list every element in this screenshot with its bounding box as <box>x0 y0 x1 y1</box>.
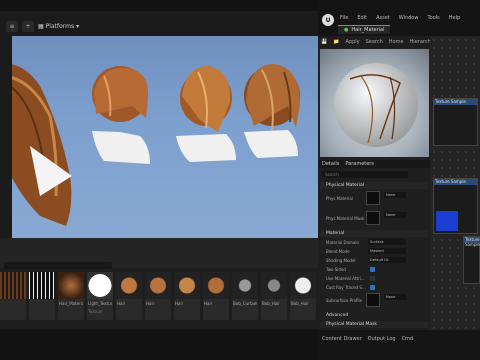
tab-hair-material[interactable]: ● Hair_Material <box>338 25 391 34</box>
phys-material-dropdown[interactable]: None <box>384 192 406 198</box>
asset-thumbnail <box>290 272 316 299</box>
content-drawer-button[interactable]: Content Drawer <box>322 336 362 342</box>
app-root: ≡ + ▦ Platforms ▾ Hair_Material Light_Te… <box>0 0 480 360</box>
two-sided-label: Two Sided <box>326 267 346 272</box>
asset-thumbnail <box>174 272 200 299</box>
section-physical-material[interactable]: Physical Material <box>320 182 428 189</box>
shading-model-label: Shading Model <box>326 258 356 263</box>
asset-tile[interactable]: Hair <box>203 272 229 320</box>
asset-thumbnail <box>0 272 26 299</box>
use-material-attributes-label: Use Material Attri... <box>326 276 365 281</box>
asset-tile[interactable]: Hair <box>145 272 171 320</box>
content-search-input[interactable] <box>4 262 112 269</box>
asset-tile[interactable] <box>29 272 55 320</box>
subsurface-profile-dropdown[interactable]: None <box>384 294 406 300</box>
asset-thumbnail <box>87 272 113 299</box>
menu-item-window[interactable]: Window <box>399 15 419 21</box>
tab-parameters[interactable]: Parameters <box>345 161 374 167</box>
asset-thumbnail <box>58 272 84 299</box>
phys-material-mask-slot[interactable] <box>366 211 380 225</box>
material-domain-label: Material Domain <box>326 240 360 245</box>
save-button[interactable]: 💾 <box>321 39 327 45</box>
viewport-header: ≡ + ▦ Platforms ▾ <box>0 0 318 36</box>
asset-tile[interactable]: Light_Texture Texture <box>87 272 113 320</box>
home-button[interactable]: Home <box>389 39 404 45</box>
two-sided-checkbox[interactable] <box>370 267 375 272</box>
viewport-status-bar <box>0 330 318 360</box>
content-browser: Hair_Material Light_Texture Texture Hair … <box>0 238 318 329</box>
cast-ray-traced-checkbox[interactable] <box>370 285 375 290</box>
details-tab-bar: Details Parameters <box>318 160 430 168</box>
details-search-input[interactable]: Search <box>322 171 408 178</box>
section-physical-material-mask[interactable]: Physical Material Mask <box>320 321 428 328</box>
asset-tile[interactable]: Hair_Material <box>58 272 84 320</box>
search-button[interactable]: Search <box>366 39 383 45</box>
chevron-down-icon: ▾ <box>76 22 80 30</box>
texture-sample-node[interactable]: Texture Sample <box>433 178 478 234</box>
level-viewport[interactable] <box>0 36 318 238</box>
viewport-tab-bar <box>0 0 318 11</box>
asset-tile[interactable]: Bob_Hair <box>290 272 316 320</box>
cmd-input[interactable]: Cmd <box>402 336 414 342</box>
editor-title-bar: U File Edit Asset Window Tools Help ● Ha… <box>318 0 480 36</box>
section-material[interactable]: Material <box>320 230 428 237</box>
material-preview-viewport[interactable] <box>320 49 429 157</box>
shading-model-dropdown[interactable]: Default Lit <box>368 257 406 263</box>
viewport-left-gutter <box>0 36 12 238</box>
main-menu: File Edit Asset Window Tools Help <box>340 15 460 21</box>
asset-tile[interactable] <box>0 272 26 320</box>
subsurface-profile-label: Subsurface Profile <box>326 298 363 303</box>
apply-button[interactable]: Apply <box>345 39 359 45</box>
asset-thumbnail <box>203 272 229 299</box>
phys-material-label: Phys Material <box>326 196 353 201</box>
texture-preview-icon <box>436 211 458 231</box>
preview-hair-strands <box>349 74 401 144</box>
asset-tile[interactable]: Hair <box>116 272 142 320</box>
use-material-attributes-checkbox[interactable] <box>370 276 375 281</box>
unreal-logo-icon: U <box>322 14 334 26</box>
texture-sample-node[interactable]: Texture Sample <box>463 236 480 284</box>
add-icon[interactable]: + <box>22 20 34 32</box>
material-domain-dropdown[interactable]: Surface <box>368 239 406 245</box>
texture-sample-node[interactable]: Texture Sample <box>433 98 478 146</box>
asset-tile[interactable]: Bob_Hair <box>261 272 287 320</box>
phys-material-slot[interactable] <box>366 191 380 205</box>
material-node-graph[interactable]: Texture Sample Texture Sample Texture Sa… <box>430 36 480 330</box>
blend-mode-label: Blend Mode <box>326 249 350 254</box>
blend-mode-dropdown[interactable]: Masked <box>368 248 406 254</box>
section-advanced[interactable]: Advanced <box>320 312 428 319</box>
asset-tile-list: Hair_Material Light_Texture Texture Hair … <box>0 272 318 322</box>
browse-button[interactable]: 📁 <box>333 39 339 45</box>
phys-material-mask-dropdown[interactable]: None <box>384 212 406 218</box>
asset-tile[interactable]: Hair <box>174 272 200 320</box>
tab-details[interactable]: Details <box>322 161 339 167</box>
asset-thumbnail <box>232 272 258 299</box>
editor-status-bar: Content Drawer Output Log Cmd <box>318 330 480 360</box>
viewport-toolbar: ≡ + ▦ Platforms ▾ <box>0 18 318 34</box>
material-icon: ● <box>344 27 349 33</box>
menu-item-help[interactable]: Help <box>449 15 460 21</box>
output-log-button[interactable]: Output Log <box>368 336 396 342</box>
menu-item-tools[interactable]: Tools <box>427 15 439 21</box>
platforms-grid-icon: ▦ <box>38 22 44 30</box>
asset-thumbnail <box>29 272 55 299</box>
cast-ray-traced-label: Cast Ray Traced S... <box>326 285 366 290</box>
menu-item-asset[interactable]: Asset <box>376 15 390 21</box>
menu-item-file[interactable]: File <box>340 15 348 21</box>
menu-icon[interactable]: ≡ <box>6 20 18 32</box>
platforms-dropdown[interactable]: ▦ Platforms ▾ <box>38 23 79 30</box>
phys-material-mask-label: Phys Material Mask <box>326 216 365 221</box>
menu-item-edit[interactable]: Edit <box>357 15 367 21</box>
asset-thumbnail <box>261 272 287 299</box>
asset-thumbnail <box>145 272 171 299</box>
details-panel: Details Parameters Search Physical Mater… <box>318 160 430 330</box>
asset-thumbnail <box>116 272 142 299</box>
viewport-scene <box>0 63 300 226</box>
subsurface-profile-slot[interactable] <box>366 293 380 307</box>
asset-tile[interactable]: Bob_Curtain <box>232 272 258 320</box>
